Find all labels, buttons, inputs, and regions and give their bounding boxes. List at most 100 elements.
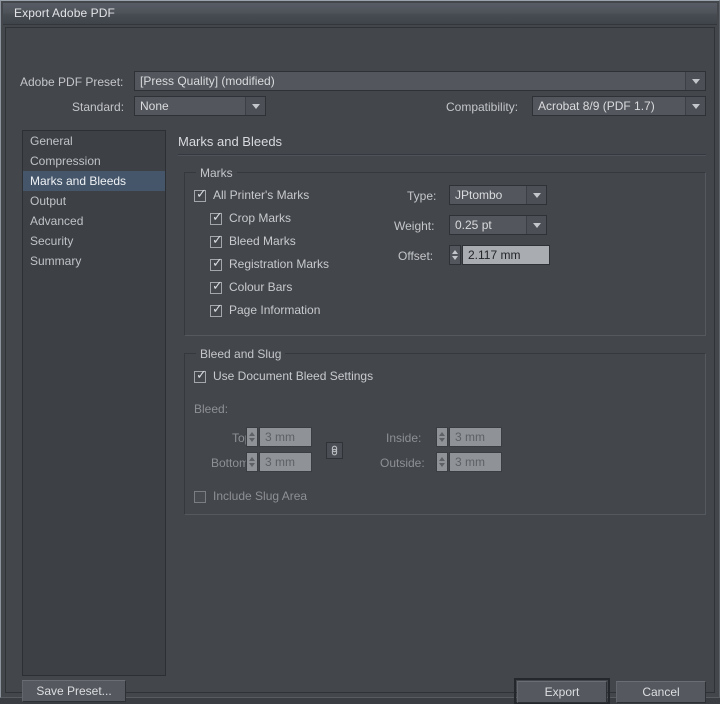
crop-marks-label: Crop Marks <box>229 211 292 225</box>
category-list[interactable]: General Compression Marks and Bleeds Out… <box>22 130 166 676</box>
bleed-outside-input[interactable]: 3 mm <box>449 452 502 472</box>
compatibility-arrow-box[interactable] <box>685 97 705 115</box>
bleed-top-stepper[interactable] <box>246 427 258 447</box>
include-slug-area-label: Include Slug Area <box>213 489 308 503</box>
bleed-outside-label: Outside: <box>380 456 425 470</box>
bleed-marks-checkbox[interactable]: ✓ Bleed Marks <box>210 234 296 248</box>
weight-dropdown[interactable]: 0.25 pt <box>449 215 547 235</box>
spinner-up-icon <box>452 250 458 254</box>
spinner-up-icon <box>249 457 255 461</box>
registration-marks-checkbox[interactable]: ✓ Registration Marks <box>210 257 329 271</box>
standard-dropdown[interactable]: None <box>134 96 266 116</box>
preset-arrow-box[interactable] <box>685 72 705 90</box>
chevron-down-icon <box>532 223 541 228</box>
bleed-marks-label: Bleed Marks <box>229 234 296 248</box>
compatibility-label: Compatibility: <box>446 100 519 114</box>
offset-label: Offset: <box>398 249 434 263</box>
page-title: Marks and Bleeds <box>178 134 283 149</box>
checkbox-box <box>194 491 206 503</box>
compatibility-value: Acrobat 8/9 (PDF 1.7) <box>538 99 655 113</box>
check-icon: ✓ <box>196 368 207 383</box>
check-icon: ✓ <box>212 233 223 248</box>
bleed-inside-label: Inside: <box>386 431 422 445</box>
preset-dropdown[interactable]: [Press Quality] (modified) <box>134 71 706 91</box>
chevron-down-icon <box>691 79 700 84</box>
offset-input[interactable]: 2.117 mm <box>462 245 550 265</box>
bleed-and-slug-group-label: Bleed and Slug <box>196 347 286 361</box>
sidebar-item-marks-and-bleeds[interactable]: Marks and Bleeds <box>23 171 165 191</box>
type-dropdown[interactable]: JPtombo <box>449 185 547 205</box>
sidebar-item-compression[interactable]: Compression <box>23 151 165 171</box>
bleed-inside-stepper[interactable] <box>436 427 448 447</box>
type-value: JPtombo <box>455 188 503 202</box>
use-document-bleed-checkbox[interactable]: ✓ Use Document Bleed Settings <box>194 369 373 383</box>
sidebar-item-general[interactable]: General <box>23 131 165 151</box>
offset-stepper[interactable] <box>449 245 461 265</box>
panel-separator <box>178 154 706 156</box>
spinner-up-icon <box>439 457 445 461</box>
type-label: Type: <box>407 189 437 203</box>
checkbox-box: ✓ <box>210 210 223 225</box>
colour-bars-checkbox[interactable]: ✓ Colour Bars <box>210 280 292 294</box>
save-preset-button[interactable]: Save Preset... <box>22 680 126 702</box>
checkbox-box: ✓ <box>194 187 207 202</box>
bleed-inside-input[interactable]: 3 mm <box>449 427 502 447</box>
weight-value: 0.25 pt <box>455 218 492 232</box>
export-button[interactable]: Export <box>517 681 607 703</box>
sidebar-item-advanced[interactable]: Advanced <box>23 211 165 231</box>
spinner-down-icon <box>249 463 255 467</box>
page-information-label: Page Information <box>229 303 321 317</box>
sidebar-item-security[interactable]: Security <box>23 231 165 251</box>
spinner-down-icon <box>249 438 255 442</box>
standard-arrow-box[interactable] <box>245 97 265 115</box>
compatibility-dropdown[interactable]: Acrobat 8/9 (PDF 1.7) <box>532 96 706 116</box>
chevron-down-icon <box>251 104 260 109</box>
bleed-top-input[interactable]: 3 mm <box>259 427 312 447</box>
chevron-down-icon <box>691 104 700 109</box>
bleed-label: Bleed: <box>194 402 229 416</box>
spinner-up-icon <box>439 432 445 436</box>
page-information-checkbox[interactable]: ✓ Page Information <box>210 303 320 317</box>
registration-marks-label: Registration Marks <box>229 257 330 271</box>
weight-arrow-box[interactable] <box>526 216 546 234</box>
marks-group-label: Marks <box>196 166 237 180</box>
preset-value: [Press Quality] (modified) <box>140 74 275 88</box>
sidebar-item-summary[interactable]: Summary <box>23 251 165 271</box>
checkbox-box: ✓ <box>210 233 223 248</box>
checkbox-box: ✓ <box>210 302 223 317</box>
export-adobe-pdf-dialog: Export Adobe PDF Adobe PDF Preset: [Pres… <box>0 0 720 704</box>
weight-label: Weight: <box>394 219 435 233</box>
crop-marks-checkbox[interactable]: ✓ Crop Marks <box>210 211 291 225</box>
chain-link-icon[interactable] <box>326 442 343 459</box>
include-slug-area-checkbox[interactable]: Include Slug Area <box>194 489 307 503</box>
colour-bars-label: Colour Bars <box>229 280 293 294</box>
standard-label: Standard: <box>72 100 125 114</box>
check-icon: ✓ <box>212 279 223 294</box>
bleed-bottom-stepper[interactable] <box>246 452 258 472</box>
type-arrow-box[interactable] <box>526 186 546 204</box>
check-icon: ✓ <box>196 187 207 202</box>
bleed-outside-stepper[interactable] <box>436 452 448 472</box>
preset-label: Adobe PDF Preset: <box>20 75 124 89</box>
checkbox-box: ✓ <box>210 279 223 294</box>
standard-value: None <box>140 99 169 113</box>
check-icon: ✓ <box>212 210 223 225</box>
window-title: Export Adobe PDF <box>14 6 115 20</box>
all-printers-marks-label: All Printer's Marks <box>213 188 310 202</box>
title-bar[interactable]: Export Adobe PDF <box>3 3 717 25</box>
check-icon: ✓ <box>212 256 223 271</box>
cancel-button[interactable]: Cancel <box>616 681 706 703</box>
dialog-body: Adobe PDF Preset: [Press Quality] (modif… <box>5 27 715 704</box>
spinner-down-icon <box>439 438 445 442</box>
check-icon: ✓ <box>212 302 223 317</box>
bleed-bottom-input[interactable]: 3 mm <box>259 452 312 472</box>
use-document-bleed-label: Use Document Bleed Settings <box>213 369 374 383</box>
all-printers-marks-checkbox[interactable]: ✓ All Printer's Marks <box>194 188 309 202</box>
checkbox-box: ✓ <box>194 368 207 383</box>
spinner-up-icon <box>249 432 255 436</box>
chevron-down-icon <box>532 193 541 198</box>
spinner-down-icon <box>439 463 445 467</box>
checkbox-box: ✓ <box>210 256 223 271</box>
sidebar-item-output[interactable]: Output <box>23 191 165 211</box>
spinner-down-icon <box>452 256 458 260</box>
